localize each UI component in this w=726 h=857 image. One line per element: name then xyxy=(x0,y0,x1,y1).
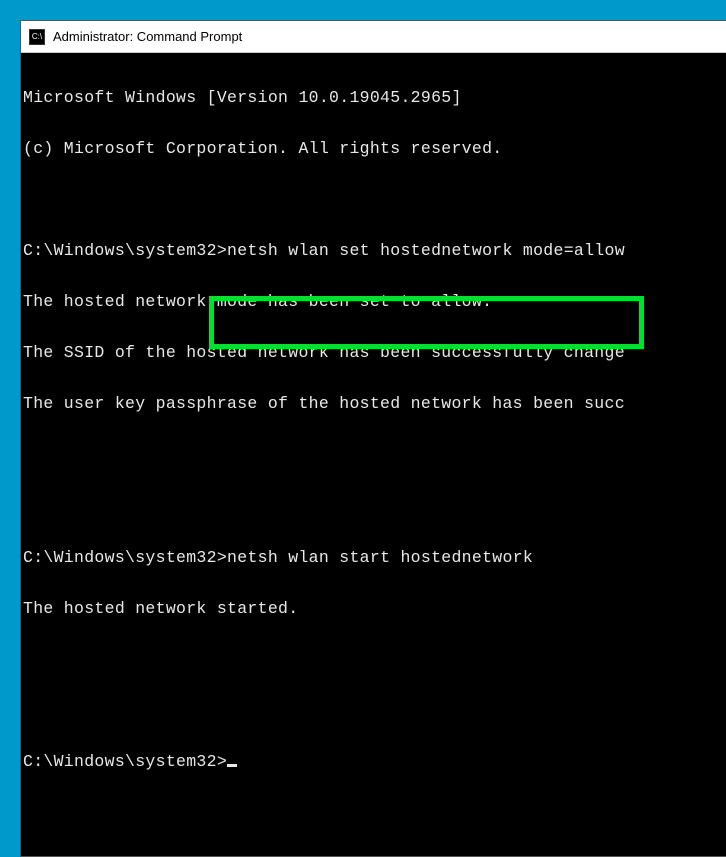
output-line: The SSID of the hosted network has been … xyxy=(23,340,726,366)
output-line xyxy=(23,494,726,520)
window-title: Administrator: Command Prompt xyxy=(53,29,242,44)
command-text: netsh wlan start hostednetwork xyxy=(227,548,533,567)
output-line: (c) Microsoft Corporation. All rights re… xyxy=(23,136,726,162)
command-text: netsh wlan set hostednetwork mode=allow xyxy=(227,241,625,260)
output-line: The hosted network started. xyxy=(23,596,726,622)
output-line: The hosted network mode has been set to … xyxy=(23,289,726,315)
command-line: C:\Windows\system32> xyxy=(23,749,726,775)
output-line xyxy=(23,647,726,673)
cmd-icon: C:\ xyxy=(29,29,45,45)
output-line xyxy=(23,698,726,724)
title-bar[interactable]: C:\ Administrator: Command Prompt xyxy=(21,21,726,53)
prompt: C:\Windows\system32> xyxy=(23,241,227,260)
output-line: Microsoft Windows [Version 10.0.19045.29… xyxy=(23,85,726,111)
cursor xyxy=(227,764,237,767)
terminal-output[interactable]: Microsoft Windows [Version 10.0.19045.29… xyxy=(21,53,726,856)
command-line: C:\Windows\system32>netsh wlan set hoste… xyxy=(23,238,726,264)
prompt: C:\Windows\system32> xyxy=(23,752,227,771)
prompt: C:\Windows\system32> xyxy=(23,548,227,567)
command-prompt-window: C:\ Administrator: Command Prompt Micros… xyxy=(20,20,726,857)
output-line xyxy=(23,187,726,213)
output-line: The user key passphrase of the hosted ne… xyxy=(23,391,726,417)
command-line: C:\Windows\system32>netsh wlan start hos… xyxy=(23,545,726,571)
output-line xyxy=(23,442,726,468)
